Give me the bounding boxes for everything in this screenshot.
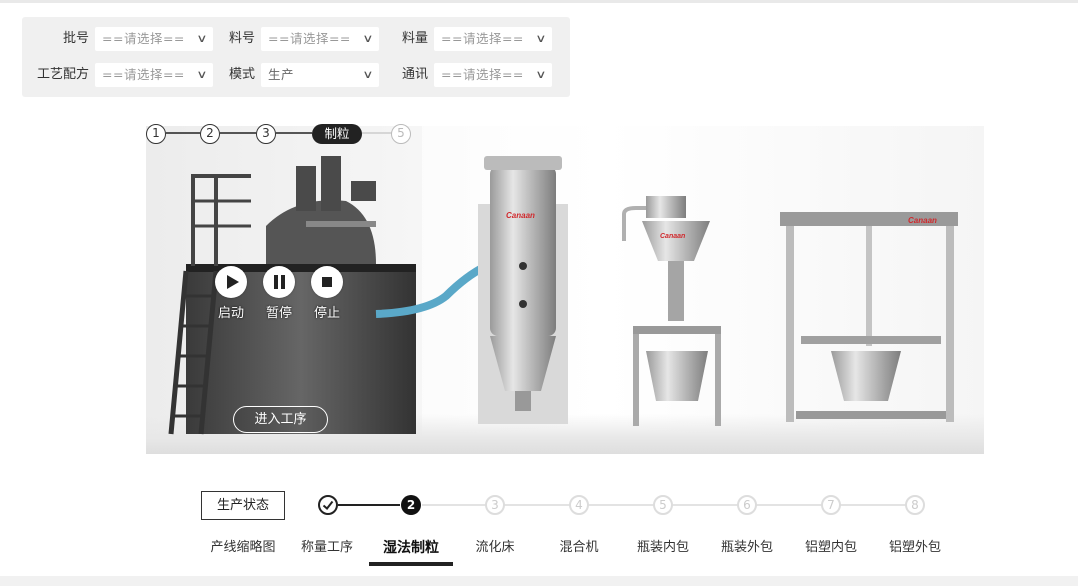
top-border — [0, 0, 1078, 3]
tab-fluid-bed[interactable]: 流化床 — [453, 538, 537, 558]
start-control[interactable]: 启动 — [211, 266, 251, 321]
tab-bottle-inner[interactable]: 瓶装内包 — [621, 538, 705, 558]
tab-bottle-outer[interactable]: 瓶装外包 — [705, 538, 789, 558]
svg-text:Canaan: Canaan — [660, 233, 685, 240]
tab-line-overview[interactable]: 产线缩略图 — [201, 538, 285, 558]
recipe-select[interactable]: ==请选择== ∨ — [95, 63, 213, 87]
blister-packaging-machine: Canaan — [780, 212, 958, 422]
filter-label-mode: 模式 — [228, 67, 255, 82]
fluid-bed-dryer: Canaan — [478, 156, 568, 424]
start-label: 启动 — [217, 306, 244, 321]
chevron-down-icon: ∨ — [362, 32, 375, 45]
progress-step-5[interactable]: 5 — [653, 495, 673, 515]
tab-blister-inner[interactable]: 铝塑内包 — [789, 538, 873, 558]
stop-label: 停止 — [313, 306, 340, 321]
process-step-1[interactable]: 1 — [146, 124, 166, 144]
process-stepper-lines — [166, 132, 392, 134]
enter-process-button[interactable]: 进入工序 — [233, 406, 328, 433]
production-status-label: 生产状态 — [201, 491, 285, 520]
bottom-border — [0, 576, 1078, 586]
pause-control[interactable]: 暂停 — [259, 266, 299, 321]
active-tab-indicator — [369, 562, 453, 566]
progress-line-done — [338, 504, 400, 506]
filter-label-batch: 批号 — [62, 31, 89, 46]
stop-icon[interactable] — [311, 266, 343, 298]
material-select[interactable]: ==请选择== ∨ — [261, 27, 379, 51]
tab-blister-outer[interactable]: 铝塑外包 — [873, 538, 957, 558]
svg-text:Canaan: Canaan — [908, 216, 937, 225]
pause-icon[interactable] — [263, 266, 295, 298]
pause-label: 暂停 — [265, 306, 292, 321]
chevron-down-icon: ∨ — [535, 32, 548, 45]
process-step-3[interactable]: 3 — [256, 124, 276, 144]
brand-logo: Canaan — [506, 211, 535, 220]
comm-select[interactable]: ==请选择== ∨ — [434, 63, 552, 87]
chevron-down-icon: ∨ — [196, 68, 209, 81]
play-icon[interactable] — [215, 266, 247, 298]
mixer-lifter: Canaan — [622, 196, 721, 426]
filter-label-material: 料号 — [228, 31, 255, 46]
stop-control[interactable]: 停止 — [307, 266, 347, 321]
batch-select[interactable]: ==请选择== ∨ — [95, 27, 213, 51]
chevron-down-icon: ∨ — [196, 32, 209, 45]
progress-step-4[interactable]: 4 — [569, 495, 589, 515]
progress-step-6[interactable]: 6 — [737, 495, 757, 515]
process-step-granulation[interactable]: 制粒 — [312, 124, 362, 144]
process-step-2[interactable]: 2 — [200, 124, 220, 144]
chevron-down-icon: ∨ — [535, 68, 548, 81]
filter-label-quantity: 料量 — [401, 31, 428, 46]
progress-step-3[interactable]: 3 — [485, 495, 505, 515]
chevron-down-icon: ∨ — [362, 68, 375, 81]
progress-step-8[interactable]: 8 — [905, 495, 925, 515]
tab-mixer[interactable]: 混合机 — [537, 538, 621, 558]
filter-label-comm: 通讯 — [401, 67, 428, 82]
process-step-5[interactable]: 5 — [391, 124, 411, 144]
check-icon[interactable] — [318, 495, 338, 515]
progress-step-2[interactable]: 2 — [401, 495, 421, 515]
progress-step-7[interactable]: 7 — [821, 495, 841, 515]
mode-select[interactable]: 生产 ∨ — [261, 63, 379, 87]
filter-label-recipe: 工艺配方 — [36, 67, 89, 82]
quantity-select[interactable]: ==请选择== ∨ — [434, 27, 552, 51]
tab-weighing[interactable]: 称量工序 — [285, 538, 369, 558]
tab-wet-granulation[interactable]: 湿法制粒 — [369, 538, 453, 558]
